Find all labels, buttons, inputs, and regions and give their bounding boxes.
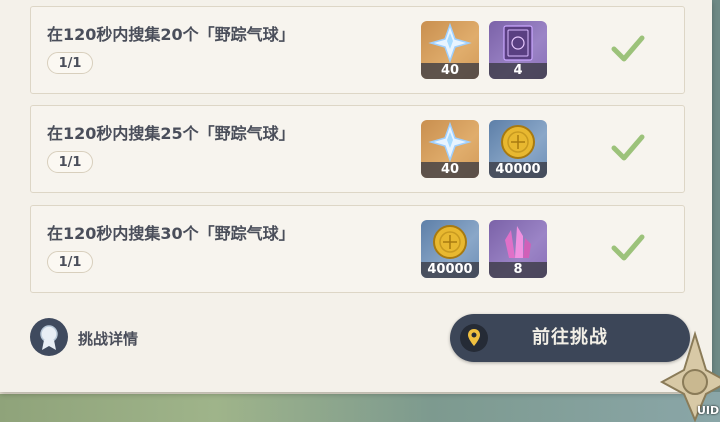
reward-count: 40000	[489, 162, 547, 178]
details-badge-icon	[30, 318, 68, 356]
reward-item[interactable]: 40	[421, 21, 479, 79]
reward-count: 4	[489, 63, 547, 79]
mystic-ore-crystal-icon	[505, 226, 531, 258]
reward-item[interactable]: 40	[421, 120, 479, 178]
challenge-card-1: 在120秒内搜集20个「野踪气球」 1/1 40 4	[30, 6, 685, 94]
completed-check-icon	[611, 134, 645, 161]
challenge-panel: 在120秒内搜集20个「野踪气球」 1/1 40 4 在120秒内搜集25个「野…	[0, 0, 712, 392]
world-background	[0, 392, 720, 422]
challenge-card-3: 在120秒内搜集30个「野踪气球」 1/1 40000 8	[30, 205, 685, 293]
reward-item[interactable]: 4	[489, 21, 547, 79]
mora-coin-icon	[501, 125, 535, 159]
challenge-title: 在120秒内搜集20个「野踪气球」	[47, 25, 295, 44]
reward-count: 40	[421, 162, 479, 178]
reward-count: 40	[421, 63, 479, 79]
completed-check-icon	[611, 234, 645, 261]
primogem-icon	[428, 23, 472, 63]
details-label: 挑战详情	[78, 330, 139, 348]
reward-item[interactable]: 40000	[489, 120, 547, 178]
challenge-title: 在120秒内搜集30个「野踪气球」	[47, 224, 295, 243]
reward-item[interactable]: 8	[489, 220, 547, 278]
primogem-icon	[428, 122, 472, 162]
reward-count: 40000	[421, 262, 479, 278]
hero-wit-book-icon	[503, 25, 533, 61]
mora-coin-icon	[433, 225, 467, 259]
progress-badge: 1/1	[47, 251, 93, 273]
progress-badge: 1/1	[47, 52, 93, 74]
completed-check-icon	[611, 35, 645, 62]
reward-count: 8	[489, 262, 547, 278]
progress-badge: 1/1	[47, 151, 93, 173]
reward-item[interactable]: 40000	[421, 220, 479, 278]
challenge-card-2: 在120秒内搜集25个「野踪气球」 1/1 40 40000	[30, 105, 685, 193]
uid-label: UID	[697, 404, 720, 417]
challenge-title: 在120秒内搜集25个「野踪气球」	[47, 124, 295, 143]
